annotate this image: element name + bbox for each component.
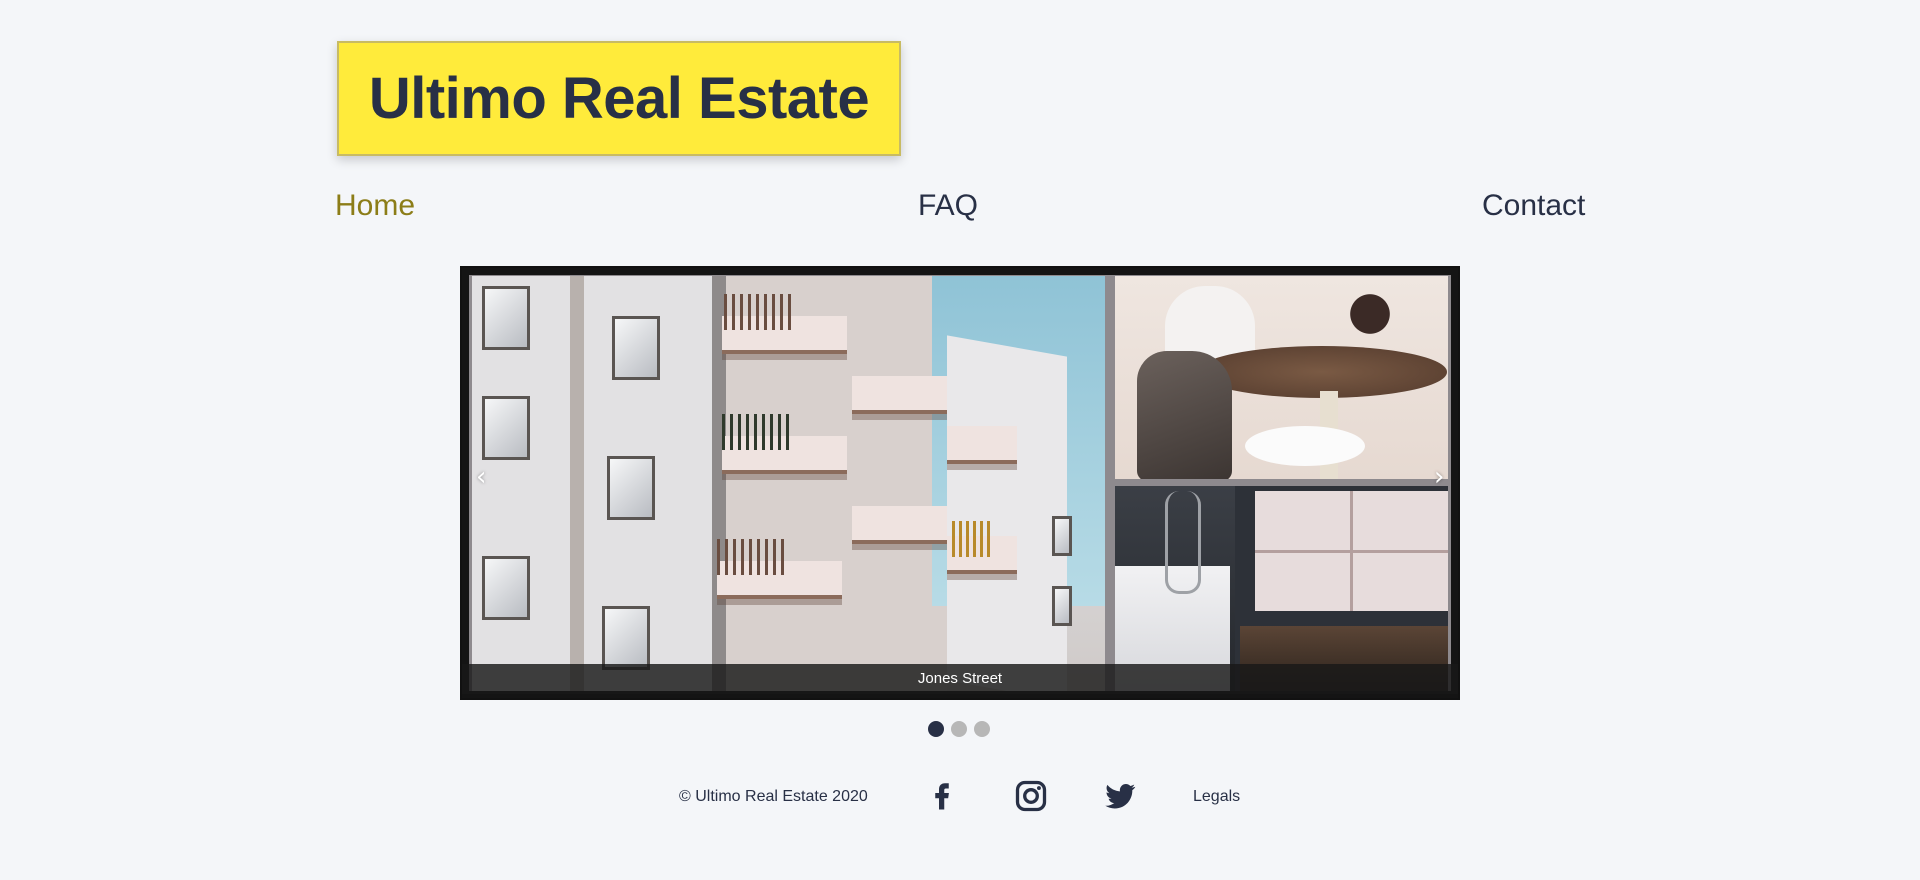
facebook-icon[interactable] <box>924 778 960 814</box>
carousel-slide <box>469 275 1451 691</box>
image-carousel: ‹ › Jones Street <box>460 266 1460 700</box>
legals-link[interactable]: Legals <box>1193 788 1240 806</box>
site-footer: © Ultimo Real Estate 2020 Legals <box>0 778 1920 818</box>
carousel-dot-2[interactable] <box>951 721 967 737</box>
bathroom-photo <box>1115 486 1448 691</box>
nav-home[interactable]: Home <box>335 189 415 223</box>
building-photo <box>472 276 1105 691</box>
carousel-indicators <box>928 721 990 737</box>
carousel-prev-button[interactable]: ‹ <box>476 464 486 490</box>
nav-faq[interactable]: FAQ <box>918 189 978 223</box>
carousel-dot-1[interactable] <box>928 721 944 737</box>
instagram-icon[interactable] <box>1013 778 1049 814</box>
slide-caption: Jones Street <box>462 664 1458 694</box>
copyright-text: © Ultimo Real Estate 2020 <box>679 788 868 805</box>
carousel-dot-3[interactable] <box>974 721 990 737</box>
carousel-next-button[interactable]: › <box>1434 464 1444 490</box>
dining-table-photo <box>1115 276 1448 479</box>
nav-contact[interactable]: Contact <box>1482 189 1585 223</box>
logo-text: Ultimo Real Estate <box>368 66 870 131</box>
twitter-icon[interactable] <box>1102 778 1138 814</box>
site-logo[interactable]: Ultimo Real Estate <box>337 41 901 156</box>
